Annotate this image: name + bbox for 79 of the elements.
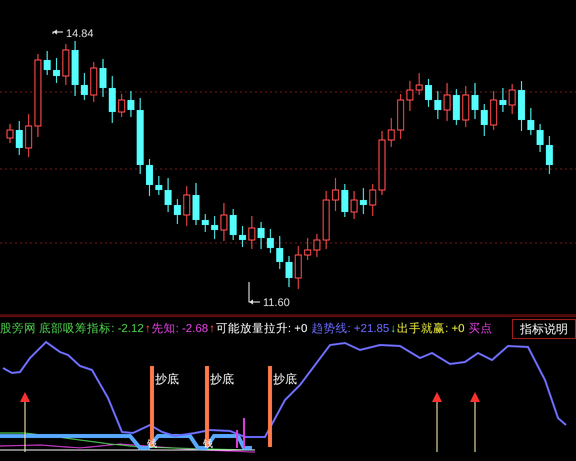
tag-label: 钱 xyxy=(203,439,213,450)
indicator-value: 买点 xyxy=(468,322,493,336)
candlestick xyxy=(490,90,498,130)
candlestick xyxy=(25,114,32,158)
candlestick xyxy=(90,62,98,102)
candlestick xyxy=(230,208,237,240)
indicator-help-button[interactable]: 指标说明 xyxy=(512,319,576,339)
arrow-icon xyxy=(20,392,30,452)
price-label: 14.84 xyxy=(66,28,94,40)
signal-label: 抄底 xyxy=(210,372,234,386)
arrow-glyph: ↓ xyxy=(390,322,396,334)
candlestick xyxy=(527,108,534,136)
candlestick xyxy=(444,82,451,122)
candlestick xyxy=(80,72,88,100)
indicator-value: 先知: -2.68 xyxy=(152,322,208,336)
candlestick xyxy=(369,184,376,216)
arrow-glyph: ↑ xyxy=(209,322,215,334)
signal-label: 抄底 xyxy=(155,372,179,386)
candlestick xyxy=(313,234,320,258)
candlestick xyxy=(462,86,470,128)
candlestick xyxy=(202,214,209,232)
candlestick xyxy=(294,246,302,290)
arrow-icon xyxy=(432,392,442,452)
candlestick xyxy=(118,94,126,118)
indicator-value: 出手就赢: +0 xyxy=(397,321,465,336)
candlestick xyxy=(239,226,246,248)
price-label: 11.60 xyxy=(263,297,290,309)
candlestick xyxy=(416,72,423,96)
candlestick xyxy=(304,238,312,260)
candlestick xyxy=(286,256,292,288)
candlestick xyxy=(378,130,386,196)
candlestick xyxy=(266,228,274,254)
candlestick xyxy=(332,178,339,212)
candlestick xyxy=(406,80,414,112)
candlestick xyxy=(174,198,181,224)
candlestick xyxy=(546,136,553,174)
candlestick xyxy=(248,216,256,250)
candlestick xyxy=(341,184,348,218)
candlestick xyxy=(499,88,506,112)
arrow-icon xyxy=(470,392,480,452)
candlestick xyxy=(276,236,284,270)
candlestick xyxy=(53,58,60,84)
candlestick xyxy=(164,178,172,212)
leader-line xyxy=(52,30,64,34)
candlestick xyxy=(44,50,51,76)
arrow-glyph: ↑ xyxy=(144,322,151,334)
candlestick xyxy=(183,186,190,226)
candlestick xyxy=(100,58,106,98)
candlestick xyxy=(146,158,153,196)
candlestick xyxy=(62,44,70,86)
candlestick xyxy=(72,40,79,96)
candlestick xyxy=(472,82,478,120)
signal-label: 抄底 xyxy=(273,372,297,386)
candlestick xyxy=(258,222,265,250)
candlestick xyxy=(155,176,162,196)
candlestick xyxy=(322,190,330,250)
indicator-value: 趋势线: +21.85 xyxy=(311,322,390,336)
indicator-value: 可能放量拉升: +0 xyxy=(216,322,308,336)
candlestick xyxy=(397,94,404,140)
candlestick xyxy=(508,84,516,114)
candlestick xyxy=(425,78,432,108)
candlestick xyxy=(434,90,442,120)
candlestick xyxy=(16,120,23,156)
candlestick xyxy=(452,88,460,126)
candlestick xyxy=(518,80,525,132)
candlestick xyxy=(480,104,488,136)
tag-label: 钱 xyxy=(147,439,157,450)
candlestick xyxy=(6,124,14,144)
leader-line xyxy=(248,282,260,304)
indicator-value: 股旁网 底部吸筹指标: -2.12 xyxy=(0,321,144,336)
candlestick xyxy=(388,118,395,148)
candlestick xyxy=(127,90,134,118)
candlestick xyxy=(536,124,544,152)
candlestick xyxy=(350,190,358,220)
candlestick xyxy=(360,188,367,214)
candlestick xyxy=(220,202,228,242)
candlestick xyxy=(192,182,200,226)
candlestick xyxy=(108,76,116,124)
candlestick xyxy=(211,216,218,240)
